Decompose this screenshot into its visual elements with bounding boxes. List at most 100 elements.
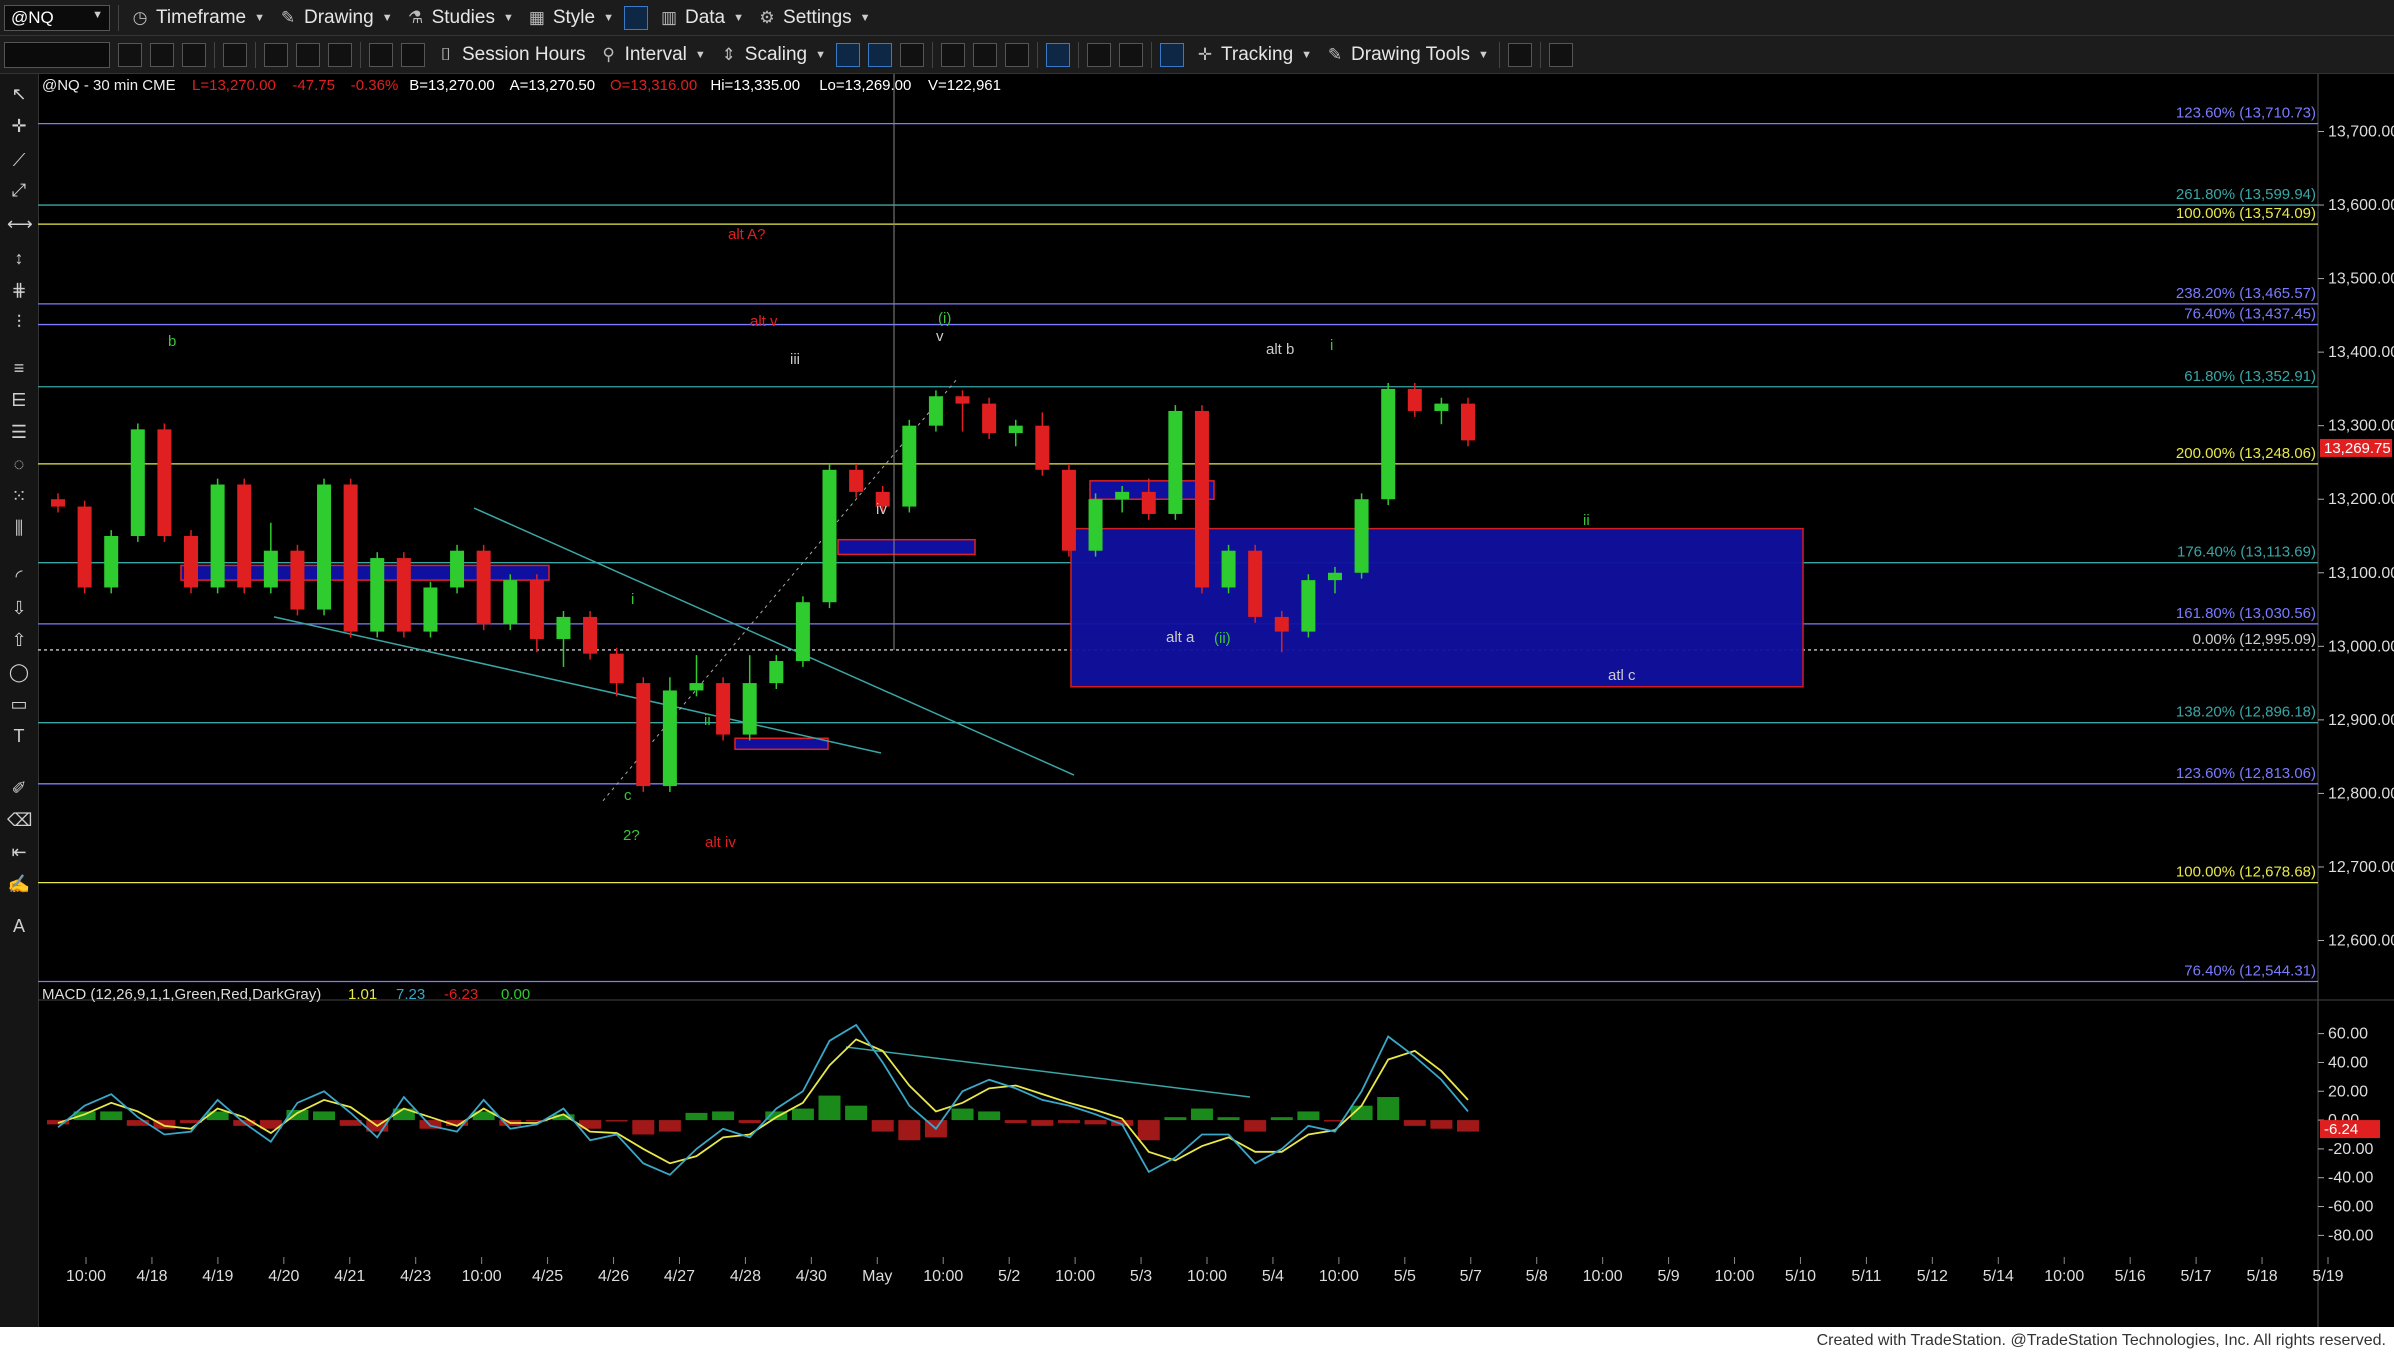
drawing-tools-button[interactable]: ✎ Drawing Tools ▼ — [1318, 41, 1495, 69]
fib-extension-icon[interactable]: ⋿ — [7, 388, 31, 412]
price-candle[interactable] — [210, 484, 225, 588]
chart-settings-icon[interactable] — [296, 42, 320, 67]
price-candle[interactable] — [1327, 572, 1342, 581]
price-candle[interactable] — [77, 506, 92, 588]
window-icon[interactable] — [328, 42, 352, 67]
arc-icon[interactable]: ◜ — [7, 564, 31, 588]
price-candle[interactable] — [1301, 580, 1316, 632]
price-candle[interactable] — [130, 429, 145, 536]
range-icon[interactable]: ⇤ — [7, 840, 31, 864]
price-candle[interactable] — [1115, 491, 1130, 500]
brush-icon[interactable]: ✍ — [7, 872, 31, 896]
price-candle[interactable] — [662, 690, 677, 787]
price-candle[interactable] — [1008, 425, 1023, 434]
line-style-icon[interactable] — [899, 42, 924, 67]
session-hours-button[interactable]: ⌷ Session Hours — [429, 41, 592, 69]
candle-style-icon[interactable] — [835, 42, 860, 67]
price-candle[interactable] — [317, 484, 332, 610]
price-candle[interactable] — [343, 484, 358, 632]
price-candle[interactable] — [1035, 425, 1050, 470]
timeframe-button[interactable]: ◷ Timeframe ▼ — [123, 4, 271, 32]
grid-icon[interactable] — [182, 42, 206, 67]
pointer-icon[interactable]: ↖ — [7, 82, 31, 106]
zoom-in-icon[interactable] — [1086, 42, 1111, 67]
price-candle[interactable] — [184, 536, 199, 588]
price-candle[interactable] — [1194, 410, 1209, 588]
price-candle[interactable] — [583, 616, 598, 654]
pan-icon[interactable] — [1004, 42, 1029, 67]
chevron-down-icon[interactable]: ▼ — [92, 9, 103, 21]
symbol-input[interactable]: @NQ ▼ — [4, 4, 110, 31]
bar-style-icon[interactable] — [867, 42, 892, 67]
price-candle[interactable] — [423, 587, 438, 632]
ellipse-icon[interactable]: ◯ — [7, 660, 31, 684]
magnet-icon[interactable] — [264, 42, 288, 67]
pencil-icon[interactable]: ✐ — [7, 776, 31, 800]
price-candle[interactable] — [742, 683, 757, 735]
price-candle[interactable] — [503, 580, 518, 625]
price-candle[interactable] — [636, 683, 651, 787]
compress-icon[interactable] — [940, 42, 965, 67]
price-candle[interactable] — [476, 550, 491, 625]
ray-tool-icon[interactable]: ⤢ — [7, 178, 31, 202]
price-candle[interactable] — [1274, 616, 1289, 632]
price-candle[interactable] — [1088, 499, 1103, 551]
pitchfork-icon[interactable]: ⫶ — [7, 310, 31, 334]
price-candle[interactable] — [370, 558, 385, 632]
drawing-button[interactable]: ✎ Drawing ▼ — [271, 4, 399, 32]
style-button[interactable]: ▦ Style ▼ — [520, 4, 620, 32]
price-candle[interactable] — [1434, 403, 1449, 411]
data-button[interactable]: ▥ Data ▼ — [652, 4, 750, 32]
price-candle[interactable] — [556, 616, 571, 639]
price-candle[interactable] — [822, 469, 837, 603]
price-candle[interactable] — [689, 683, 704, 691]
dots-icon[interactable]: ⁙ — [7, 484, 31, 508]
text-label-icon[interactable]: A — [7, 914, 31, 938]
data-window-icon[interactable] — [1159, 42, 1184, 67]
expand-icon[interactable] — [972, 42, 997, 67]
line-tool-icon[interactable]: ⟋ — [7, 148, 31, 172]
circle-tool-icon[interactable] — [118, 42, 142, 67]
price-candle[interactable] — [263, 550, 278, 588]
bars-icon[interactable]: ⫼ — [7, 516, 31, 540]
cloud-icon[interactable] — [1548, 42, 1573, 67]
price-candle[interactable] — [237, 484, 252, 588]
layout-icon[interactable] — [1045, 42, 1070, 67]
price-candle[interactable] — [290, 550, 305, 610]
price-candle[interactable] — [1141, 491, 1156, 514]
price-candle[interactable] — [849, 469, 864, 492]
layout-toggle-icon[interactable] — [623, 5, 648, 30]
interval-input[interactable] — [4, 41, 110, 68]
price-candle[interactable] — [1381, 388, 1396, 500]
price-candle[interactable] — [104, 536, 119, 588]
eraser-icon[interactable]: ⌫ — [7, 808, 32, 832]
price-candle[interactable] — [450, 550, 465, 588]
fib-icon[interactable]: ≡ — [7, 356, 31, 380]
gann-icon[interactable]: ◌ — [7, 452, 31, 476]
cross-icon[interactable] — [369, 42, 393, 67]
price-candle[interactable] — [529, 580, 544, 639]
settings-button[interactable]: ⚙ Settings ▼ — [750, 4, 877, 32]
export-icon[interactable] — [1507, 42, 1532, 67]
price-candle[interactable] — [51, 499, 65, 507]
price-candle[interactable] — [157, 429, 172, 536]
price-candle[interactable] — [955, 396, 970, 404]
channel-icon[interactable]: ⋕ — [7, 278, 31, 302]
crosshair-icon[interactable]: ✛ — [7, 114, 31, 138]
price-candle[interactable] — [609, 653, 624, 684]
price-candle[interactable] — [1061, 469, 1076, 551]
studies-button[interactable]: ⚗ Studies ▼ — [399, 4, 520, 32]
price-candle[interactable] — [1248, 550, 1263, 617]
arrow-up-icon[interactable]: ⇧ — [7, 628, 31, 652]
refresh-icon[interactable] — [223, 42, 247, 67]
arrow-down-icon[interactable]: ⇩ — [7, 596, 31, 620]
zoom-out-icon[interactable] — [1118, 42, 1143, 67]
interval-button[interactable]: ⚲ Interval ▼ — [592, 41, 712, 69]
vertical-line-icon[interactable]: ↕ — [7, 246, 31, 270]
rectangle-icon[interactable]: ▭ — [7, 692, 31, 716]
price-candle[interactable] — [902, 425, 917, 507]
price-candle[interactable] — [716, 683, 731, 735]
horizontal-line-icon[interactable]: ⟷ — [7, 212, 33, 236]
camera-icon[interactable] — [401, 42, 425, 67]
chart-canvas[interactable]: 123.60% (13,710.73) 261.80% (13,599.94) 10… — [38, 74, 2394, 1327]
